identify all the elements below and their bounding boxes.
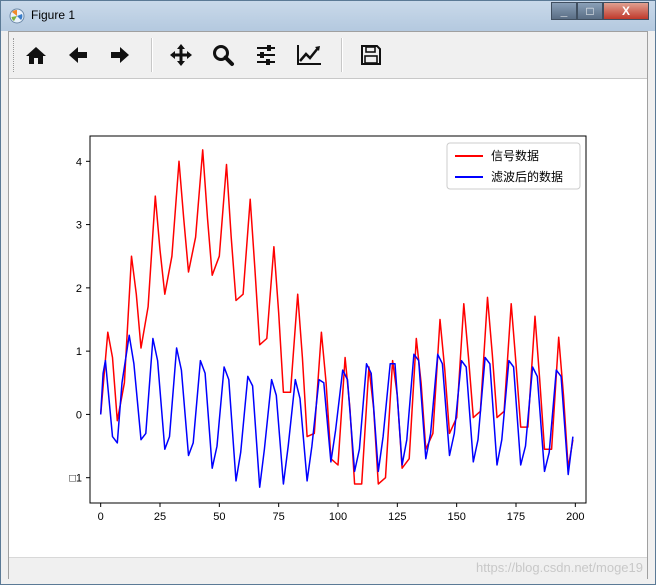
sliders-icon: [257, 45, 275, 65]
maximize-icon: □: [586, 4, 594, 18]
y-tick-label: 4: [76, 156, 82, 168]
app-window: Figure 1 _ □ X 0 25 50 75 100 125 150 17…: [0, 0, 656, 585]
y-tick-label: □1: [69, 473, 82, 485]
window-title: Figure 1: [31, 8, 76, 22]
toolbar-separator: [151, 38, 153, 72]
status-bar: https://blog.csdn.net/moge19: [9, 557, 647, 579]
y-tick-label: 0: [76, 409, 82, 421]
y-tick-label: 3: [76, 220, 82, 232]
close-button[interactable]: X: [603, 2, 649, 20]
home-button[interactable]: [19, 39, 53, 71]
y-tick-label: 1: [76, 346, 82, 358]
figure-canvas[interactable]: 0 25 50 75 100 125 150 175 200 □1 0 1 2 3 4 信号数据滤波后的数据: [9, 79, 647, 557]
x-tick-label: 0: [98, 511, 104, 523]
forward-button[interactable]: [103, 39, 137, 71]
plot-svg[interactable]: 0 25 50 75 100 125 150 175 200 □1 0 1 2 3 4 信号数据滤波后的数据: [9, 79, 647, 557]
x-tick-label: 125: [388, 511, 406, 523]
x-tick-label: 75: [273, 511, 285, 523]
x-tick-label: 150: [447, 511, 465, 523]
legend-label: 滤波后的数据: [491, 169, 563, 184]
arrow-left-icon: [69, 47, 87, 63]
legend[interactable]: 信号数据滤波后的数据: [446, 142, 581, 190]
minimize-button[interactable]: _: [551, 2, 577, 20]
minimize-icon: _: [560, 4, 568, 18]
matplotlib-logo-icon: [9, 8, 25, 24]
watermark-text: https://blog.csdn.net/moge19: [476, 560, 643, 575]
y-tick-label: 2: [76, 283, 82, 295]
edit-axis-button[interactable]: [292, 39, 326, 71]
pan-button[interactable]: [164, 39, 198, 71]
floppy-disk-icon: [361, 45, 381, 65]
move-icon: [170, 44, 192, 66]
magnifier-icon: [213, 45, 234, 66]
legend-label: 信号数据: [491, 148, 539, 163]
arrow-right-icon: [111, 47, 129, 63]
x-tick-label: 175: [507, 511, 525, 523]
zoom-button[interactable]: [206, 39, 240, 71]
line-chart-icon: [297, 45, 321, 65]
x-tick-label: 25: [154, 511, 166, 523]
x-tick-label: 200: [566, 511, 584, 523]
navigation-toolbar: [9, 32, 647, 79]
maximize-button[interactable]: □: [577, 2, 603, 20]
title-bar[interactable]: Figure 1 _ □ X: [1, 1, 655, 31]
save-button[interactable]: [354, 39, 388, 71]
configure-subplots-button[interactable]: [249, 39, 283, 71]
close-icon: X: [621, 4, 630, 18]
x-tick-label: 50: [213, 511, 225, 523]
back-button[interactable]: [61, 39, 95, 71]
window-controls: _ □ X: [551, 2, 649, 22]
figure-client-area: 0 25 50 75 100 125 150 175 200 □1 0 1 2 3 4 信号数据滤波后的数据…: [8, 31, 648, 579]
toolbar-grip[interactable]: [13, 38, 17, 72]
home-icon: [26, 47, 46, 64]
toolbar-separator: [341, 38, 343, 72]
x-tick-label: 100: [329, 511, 347, 523]
